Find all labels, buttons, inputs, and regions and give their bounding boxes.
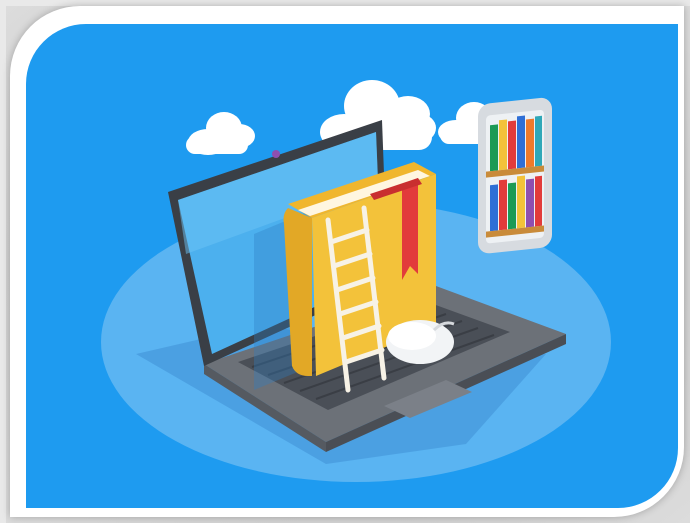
image-canvas bbox=[0, 0, 690, 523]
mouse-icon bbox=[386, 320, 455, 364]
bookmark-icon bbox=[402, 178, 418, 280]
online-library-illustration bbox=[26, 24, 678, 508]
smartphone-bookshelf-icon bbox=[478, 97, 552, 254]
webcam-dot bbox=[272, 150, 280, 158]
